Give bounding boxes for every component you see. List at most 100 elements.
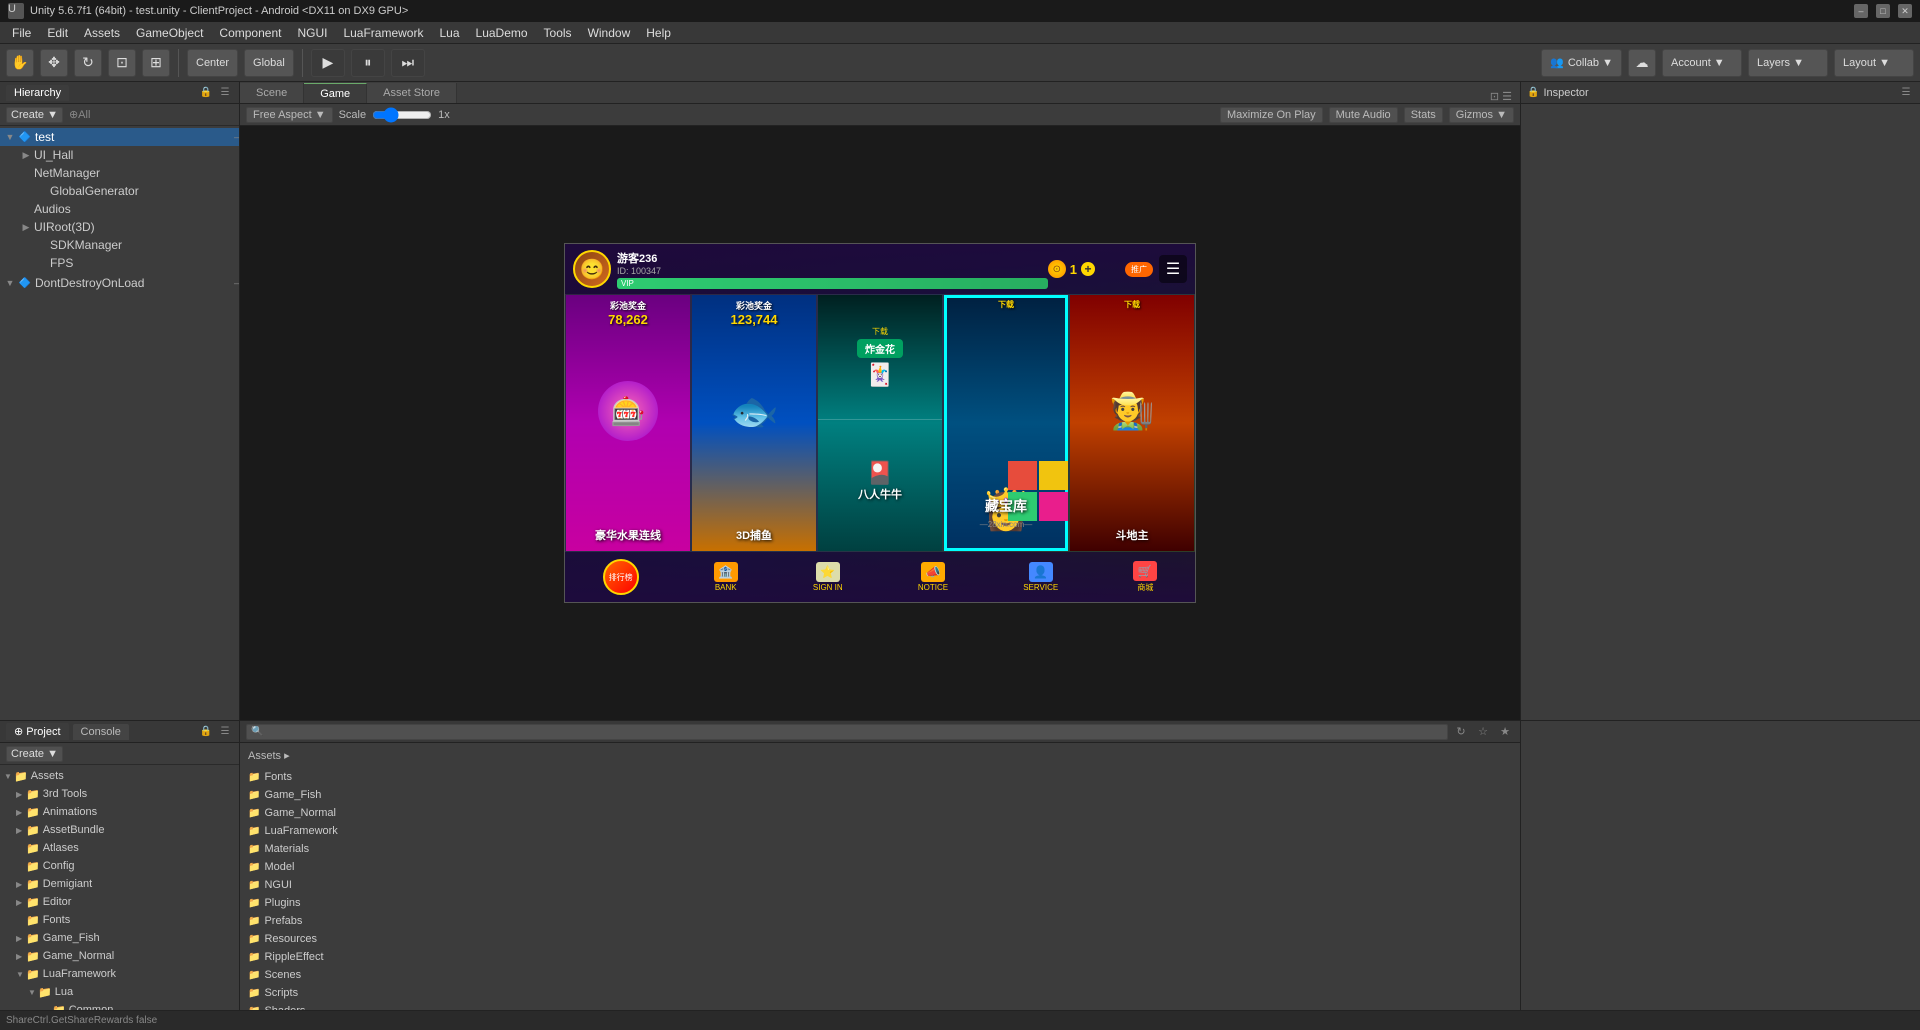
leaderboard-button[interactable]: 排行榜 — [603, 559, 639, 595]
hierarchy-create-button[interactable]: Create ▼ — [6, 107, 63, 123]
signin-button[interactable]: ⭐ SIGN IN — [813, 562, 843, 592]
global-button[interactable]: Global — [244, 49, 294, 77]
game-card-fruit[interactable]: 彩池奖金 78,262 🎰 豪华水果连线 — [565, 294, 691, 552]
aspect-button[interactable]: Free Aspect ▼ — [246, 107, 333, 123]
maximize-button[interactable]: □ — [1876, 4, 1890, 18]
move-tool-button[interactable]: ✥ — [40, 49, 68, 77]
menu-luaframework[interactable]: LuaFramework — [335, 24, 431, 42]
game-card-card-games[interactable]: 下载 炸金花 🃏 🎴 八人牛牛 — [817, 294, 943, 552]
assets-search-input[interactable] — [246, 724, 1448, 740]
tree-item-assetbundle[interactable]: ▶ 📁 AssetBundle — [0, 821, 239, 839]
tree-item-luaframework[interactable]: ▼ 📁 LuaFramework — [0, 965, 239, 983]
pause-button[interactable]: ⏸ — [351, 49, 385, 77]
game-card-fishing[interactable]: 彩池奖金 123,744 🐟 3D捕鱼 — [691, 294, 817, 552]
project-lock-icon[interactable]: 🔒 — [198, 724, 214, 740]
asset-game-normal[interactable]: 📁 Game_Normal — [244, 804, 1516, 822]
hierarchy-menu-icon[interactable]: ☰ — [217, 85, 233, 101]
tree-item-fps[interactable]: FPS — [0, 254, 239, 272]
menu-ngui[interactable]: NGUI — [289, 24, 335, 42]
game-tab[interactable]: Game — [304, 83, 367, 103]
asset-prefabs[interactable]: 📁 Prefabs — [244, 912, 1516, 930]
shop-button[interactable]: 🛒 商城 — [1133, 561, 1157, 593]
notice-button[interactable]: 📣 NOTICE — [918, 562, 948, 592]
tree-item-game-fish[interactable]: ▶ 📁 Game_Fish — [0, 929, 239, 947]
scale-slider[interactable] — [372, 107, 432, 123]
step-button[interactable]: ⏭ — [391, 49, 425, 77]
project-tab[interactable]: ⊕ Project — [6, 723, 69, 740]
menu-assets[interactable]: Assets — [76, 24, 128, 42]
view-maximize-icon[interactable]: ⊡ ☰ — [1490, 90, 1520, 103]
asset-plugins[interactable]: 📁 Plugins — [244, 894, 1516, 912]
minimize-button[interactable]: – — [1854, 4, 1868, 18]
asset-scripts[interactable]: 📁 Scripts — [244, 984, 1516, 1002]
asset-materials[interactable]: 📁 Materials — [244, 840, 1516, 858]
menu-edit[interactable]: Edit — [39, 24, 76, 42]
tree-item-uiroot3d[interactable]: ▶ UIRoot(3D) — [0, 218, 239, 236]
menu-gameobject[interactable]: GameObject — [128, 24, 211, 42]
tree-item-audios[interactable]: Audios — [0, 200, 239, 218]
play-button[interactable]: ▶ — [311, 49, 345, 77]
asset-resources[interactable]: 📁 Resources — [244, 930, 1516, 948]
inspector-menu-icon[interactable]: ☰ — [1898, 85, 1914, 101]
tree-item-sdkmanager[interactable]: SDKManager — [0, 236, 239, 254]
asset-fonts[interactable]: 📁 Fonts — [244, 768, 1516, 786]
project-create-button[interactable]: Create ▼ — [6, 746, 63, 762]
asset-game-fish[interactable]: 📁 Game_Fish — [244, 786, 1516, 804]
game-card-landlord[interactable]: 🧑‍🌾 下载 斗地主 — [1069, 294, 1195, 552]
project-menu-icon[interactable]: ☰ — [217, 724, 233, 740]
assets-bookmark-icon[interactable]: ☆ — [1474, 723, 1492, 741]
menu-tools[interactable]: Tools — [536, 24, 580, 42]
tree-item-atlases[interactable]: 📁 Atlases — [0, 839, 239, 857]
tree-item-netmanager[interactable]: NetManager — [0, 164, 239, 182]
account-dropdown[interactable]: Account ▼ — [1662, 49, 1742, 77]
service-button[interactable]: 👤 SERVICE — [1023, 562, 1058, 592]
tree-item-editor[interactable]: ▶ 📁 Editor — [0, 893, 239, 911]
asset-model[interactable]: 📁 Model — [244, 858, 1516, 876]
rect-tool-button[interactable]: ⊞ — [142, 49, 170, 77]
tree-item-globalgenerator[interactable]: GlobalGenerator — [0, 182, 239, 200]
tree-item-lua[interactable]: ▼ 📁 Lua — [0, 983, 239, 1001]
bank-button[interactable]: 🏦 BANK — [714, 562, 738, 592]
tree-item-fonts[interactable]: 📁 Fonts — [0, 911, 239, 929]
asset-luaframework[interactable]: 📁 LuaFramework — [244, 822, 1516, 840]
tree-item-assets[interactable]: ▼ 📁 Assets — [0, 767, 239, 785]
tree-item-dontdestroy[interactable]: ▼ 🔷 DontDestroyOnLoad – — [0, 274, 239, 292]
close-button[interactable]: ✕ — [1898, 4, 1912, 18]
menu-lua[interactable]: Lua — [431, 24, 467, 42]
tree-item-test[interactable]: ▼ 🔷 test – — [0, 128, 239, 146]
settings-icon[interactable]: ☰ — [1159, 255, 1187, 283]
tree-item-config[interactable]: 📁 Config — [0, 857, 239, 875]
layout-dropdown[interactable]: Layout ▼ — [1834, 49, 1914, 77]
tree-item-3rdtools[interactable]: ▶ 📁 3rd Tools — [0, 785, 239, 803]
console-tab[interactable]: Console — [73, 724, 129, 740]
menu-window[interactable]: Window — [580, 24, 639, 42]
tree-item-ui-hall[interactable]: ▶ UI_Hall — [0, 146, 239, 164]
menu-file[interactable]: File — [4, 24, 39, 42]
menu-help[interactable]: Help — [638, 24, 679, 42]
tree-item-game-normal[interactable]: ▶ 📁 Game_Normal — [0, 947, 239, 965]
gizmos-button[interactable]: Gizmos ▼ — [1449, 107, 1514, 123]
tree-item-animations[interactable]: ▶ 📁 Animations — [0, 803, 239, 821]
center-button[interactable]: Center — [187, 49, 238, 77]
hierarchy-tab[interactable]: Hierarchy — [6, 85, 69, 101]
hand-tool-button[interactable]: ✋ — [6, 49, 34, 77]
menu-component[interactable]: Component — [211, 24, 289, 42]
cloud-button[interactable]: ☁ — [1628, 49, 1656, 77]
scene-tab[interactable]: Scene — [240, 83, 304, 103]
lock-icon[interactable]: 🔒 — [1527, 87, 1539, 98]
assets-star-icon[interactable]: ★ — [1496, 723, 1514, 741]
game-card-woman[interactable]: 👸 下载 藏宝库 —28xin.com— — [943, 294, 1069, 552]
layers-dropdown[interactable]: Layers ▼ — [1748, 49, 1828, 77]
menu-luademo[interactable]: LuaDemo — [468, 24, 536, 42]
asset-rippleeffect[interactable]: 📁 RippleEffect — [244, 948, 1516, 966]
asset-ngui[interactable]: 📁 NGUI — [244, 876, 1516, 894]
hierarchy-lock-icon[interactable]: 🔒 — [198, 85, 214, 101]
asset-scenes[interactable]: 📁 Scenes — [244, 966, 1516, 984]
assetstore-tab[interactable]: Asset Store — [367, 83, 457, 103]
advert-button[interactable]: 推广 — [1125, 262, 1153, 277]
add-coin-button[interactable]: + — [1081, 262, 1095, 276]
mute-audio-button[interactable]: Mute Audio — [1329, 107, 1398, 123]
scale-tool-button[interactable]: ⊡ — [108, 49, 136, 77]
rotate-tool-button[interactable]: ↻ — [74, 49, 102, 77]
maximize-on-play-button[interactable]: Maximize On Play — [1220, 107, 1323, 123]
